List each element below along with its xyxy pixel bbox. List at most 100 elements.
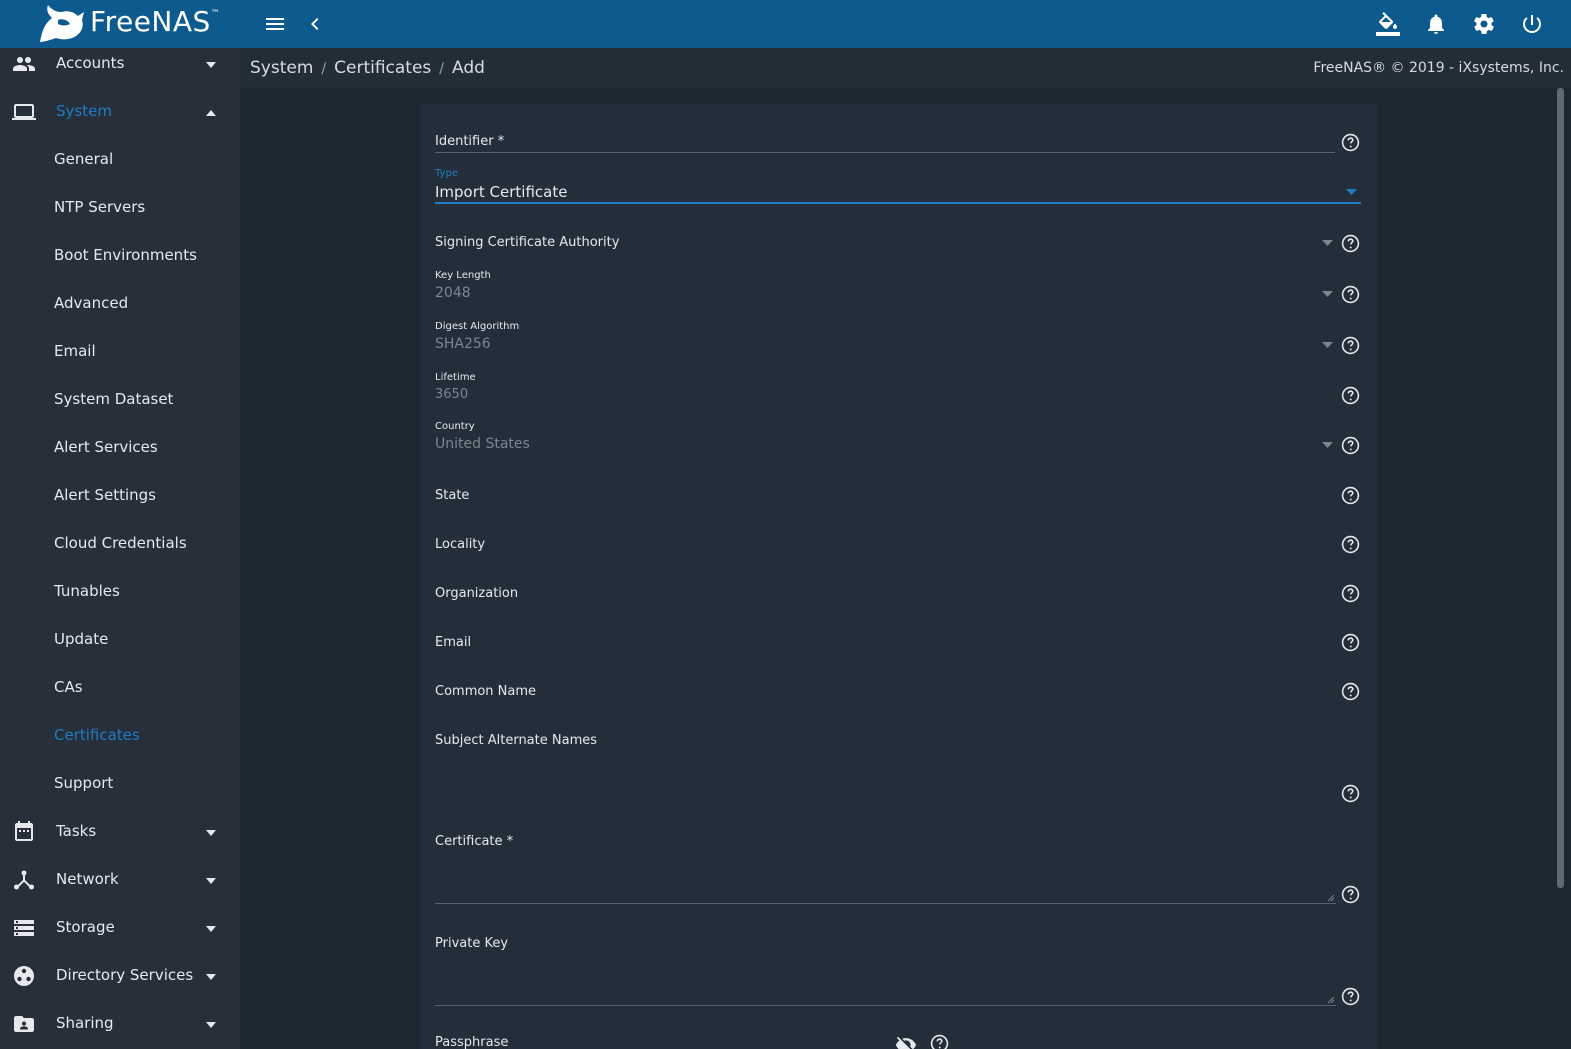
help-icon[interactable] — [1341, 436, 1360, 455]
help-icon[interactable] — [1341, 535, 1360, 554]
theme-bucket-icon — [1376, 12, 1400, 36]
sidebar-item-ntp-servers[interactable]: NTP Servers — [0, 184, 240, 232]
sidebar-item-cas[interactable]: CAs — [0, 664, 240, 712]
sidebar-item-storage[interactable]: Storage — [0, 904, 240, 952]
common-name-input[interactable]: Common Name — [435, 682, 1361, 704]
breadcrumb-add: Add — [452, 58, 485, 78]
sidebar-item-label: Support — [54, 774, 114, 792]
sidebar-item-label: Advanced — [54, 294, 129, 312]
copyright-text: FreeNAS® © 2019 - iXsystems, Inc. — [1313, 60, 1564, 76]
sidebar-item-cloud-credentials[interactable]: Cloud Credentials — [0, 520, 240, 568]
help-icon[interactable] — [1341, 682, 1360, 701]
sidebar-item-support[interactable]: Support — [0, 760, 240, 808]
certificate-textarea[interactable]: Certificate * — [435, 832, 1361, 908]
caret-down-icon — [206, 878, 216, 884]
resize-handle-icon[interactable] — [1327, 996, 1335, 1004]
type-label: Type — [435, 168, 458, 179]
sidebar-item-certificates[interactable]: Certificates — [0, 712, 240, 760]
resize-handle-icon[interactable] — [1327, 894, 1335, 902]
help-icon[interactable] — [1341, 633, 1360, 652]
country-value: United States — [435, 436, 530, 452]
dropdown-arrow-icon — [1322, 342, 1333, 348]
private-key-textarea[interactable]: Private Key — [435, 934, 1361, 1010]
caret-up-icon — [206, 110, 216, 116]
caret-down-icon — [206, 1022, 216, 1028]
key-length-value: 2048 — [435, 285, 471, 301]
sidebar-item-tasks[interactable]: Tasks — [0, 808, 240, 856]
lifetime-value: 3650 — [435, 387, 469, 402]
breadcrumb-certificates[interactable]: Certificates — [334, 58, 431, 78]
settings-button[interactable] — [1472, 12, 1496, 36]
organization-input[interactable]: Organization — [435, 584, 1361, 606]
sidebar-item-label: Accounts — [56, 54, 125, 72]
lifetime-input[interactable]: Lifetime 3650 — [435, 372, 1361, 408]
menu-toggle-button[interactable] — [263, 12, 287, 36]
people-icon — [12, 52, 36, 76]
help-icon[interactable] — [930, 1034, 949, 1049]
sidebar-item-update[interactable]: Update — [0, 616, 240, 664]
sidebar-item-sharing[interactable]: Sharing — [0, 1000, 240, 1048]
help-icon[interactable] — [1341, 584, 1360, 603]
key-length-select[interactable]: Key Length 2048 — [435, 270, 1361, 306]
sidebar-item-system-dataset[interactable]: System Dataset — [0, 376, 240, 424]
help-icon[interactable] — [1341, 885, 1360, 904]
passphrase-input[interactable]: Passphrase — [435, 1033, 955, 1049]
chevron-left-icon — [303, 12, 327, 36]
sidebar-item-tunables[interactable]: Tunables — [0, 568, 240, 616]
sidebar-item-alert-settings[interactable]: Alert Settings — [0, 472, 240, 520]
laptop-icon — [12, 100, 36, 124]
help-icon[interactable] — [1341, 285, 1360, 304]
subject-alternate-names-input[interactable]: Subject Alternate Names — [435, 731, 1361, 805]
alerts-button[interactable] — [1424, 12, 1448, 36]
theme-button[interactable] — [1376, 12, 1400, 36]
sidebar-item-directory-services[interactable]: Directory Services — [0, 952, 240, 1000]
menu-icon — [263, 12, 287, 36]
help-icon[interactable] — [1341, 784, 1360, 803]
sidebar-item-label: Cloud Credentials — [54, 534, 187, 552]
country-select[interactable]: Country United States — [435, 421, 1361, 457]
signing-ca-select[interactable]: Signing Certificate Authority — [435, 232, 1361, 256]
sidebar-item-email[interactable]: Email — [0, 328, 240, 376]
locality-input[interactable]: Locality — [435, 535, 1361, 557]
type-select[interactable]: Type Import Certificate — [435, 168, 1361, 206]
power-button[interactable] — [1520, 12, 1544, 36]
help-icon[interactable] — [1341, 386, 1360, 405]
sidebar-item-label: Alert Services — [54, 438, 158, 456]
bell-icon — [1424, 12, 1448, 36]
sidebar-item-label: Email — [54, 342, 96, 360]
breadcrumb-system[interactable]: System — [250, 58, 313, 78]
sidebar-item-label: General — [54, 150, 114, 168]
help-icon[interactable] — [1341, 336, 1360, 355]
digest-algorithm-label: Digest Algorithm — [435, 321, 520, 332]
organization-label: Organization — [435, 586, 519, 601]
sidebar-item-label: Tasks — [56, 822, 97, 840]
email-input[interactable]: Email — [435, 633, 1361, 655]
state-input[interactable]: State — [435, 486, 1361, 508]
sidebar-item-label: System — [56, 102, 112, 120]
sidebar-item-advanced[interactable]: Advanced — [0, 280, 240, 328]
sidebar-item-system[interactable]: System — [0, 88, 240, 136]
help-icon[interactable] — [1341, 987, 1360, 1006]
identifier-underline — [435, 152, 1335, 153]
sidebar-item-label: Alert Settings — [54, 486, 156, 504]
passphrase-label: Passphrase — [435, 1035, 509, 1049]
sidebar-item-general[interactable]: General — [0, 136, 240, 184]
logo[interactable]: FreeNAS™ — [0, 0, 240, 48]
breadcrumb-separator: / — [439, 61, 445, 77]
scrollbar[interactable] — [1557, 88, 1564, 888]
visibility-off-icon[interactable] — [895, 1034, 917, 1049]
sidebar-item-label: Storage — [56, 918, 115, 936]
help-icon[interactable] — [1341, 133, 1360, 152]
sidebar-item-boot-environments[interactable]: Boot Environments — [0, 232, 240, 280]
sidebar-item-alert-services[interactable]: Alert Services — [0, 424, 240, 472]
sidebar-item-label: Directory Services — [56, 966, 194, 984]
dropdown-arrow-icon — [1346, 189, 1357, 195]
help-icon[interactable] — [1341, 234, 1360, 253]
folder-share-icon — [12, 1012, 36, 1036]
sidebar-item-accounts[interactable]: Accounts — [0, 48, 240, 88]
collapse-sidebar-button[interactable] — [303, 12, 327, 36]
identifier-field[interactable]: Identifier * — [435, 130, 1361, 154]
help-icon[interactable] — [1341, 486, 1360, 505]
sidebar-item-network[interactable]: Network — [0, 856, 240, 904]
digest-algorithm-select[interactable]: Digest Algorithm SHA256 — [435, 321, 1361, 357]
